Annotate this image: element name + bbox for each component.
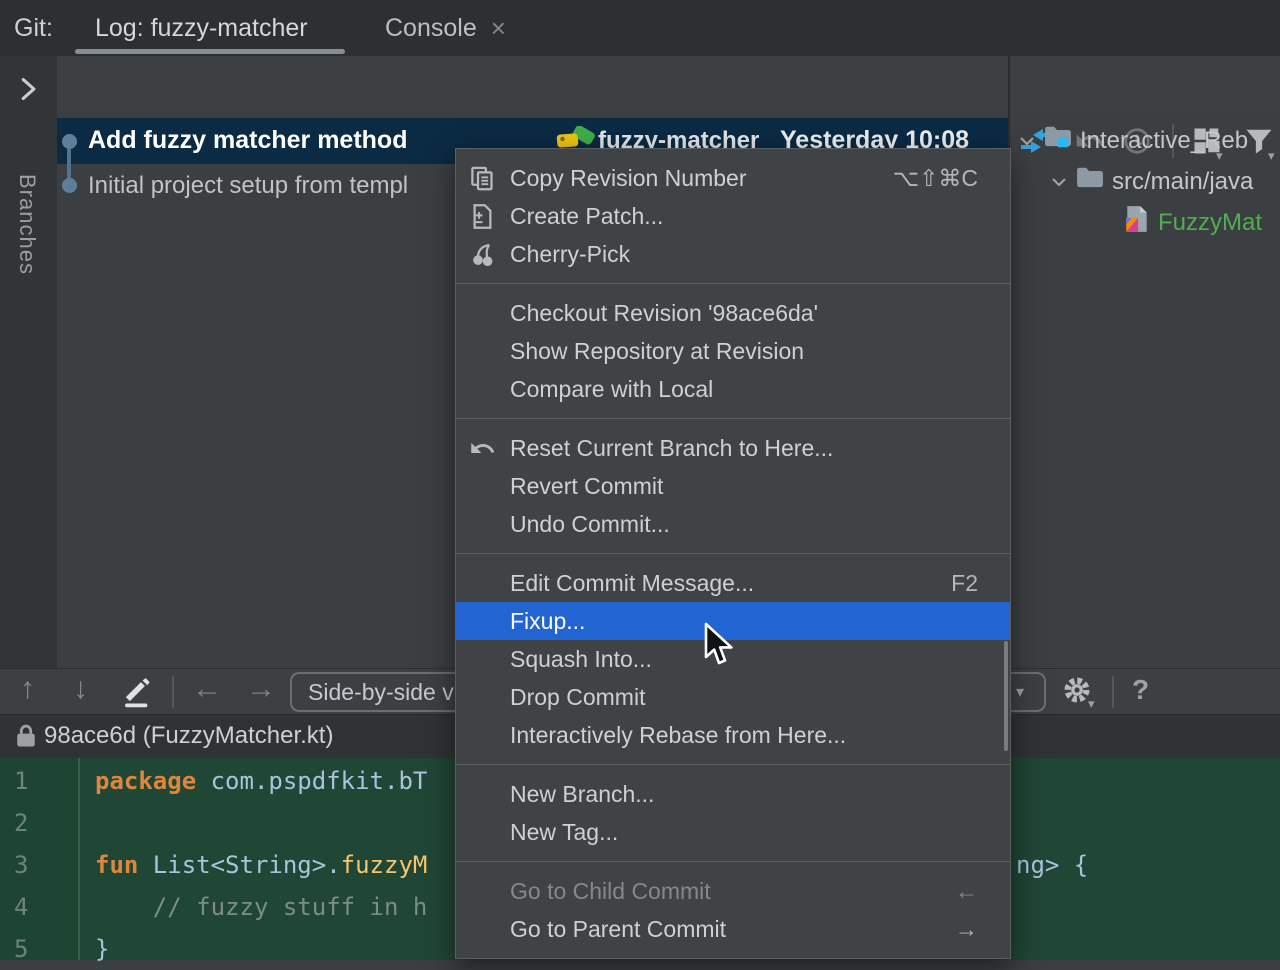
next-change-arrow-icon[interactable]: ↓ — [73, 672, 88, 706]
copy-icon — [469, 165, 496, 192]
lock-icon — [13, 722, 39, 755]
chevron-down-icon[interactable] — [1018, 127, 1036, 155]
tab-label: Console — [385, 14, 477, 43]
active-tab-indicator — [75, 49, 345, 54]
menu-scrollbar-thumb[interactable] — [1004, 641, 1008, 751]
menu-section: Go to Child Commit ← Go to Parent Commit… — [456, 861, 1010, 958]
code-line: package com.pspdfkit.bT — [95, 760, 427, 802]
menu-item-go-to-child-commit: Go to Child Commit ← — [456, 872, 1010, 910]
tree-item-src-folder[interactable]: src/main/java — [1046, 161, 1280, 202]
commit-graph-node — [62, 134, 77, 149]
tab-label: Log: fuzzy-matcher — [95, 14, 308, 43]
menu-item-create-patch[interactable]: Create Patch... — [456, 197, 1010, 235]
tree-item-label: Interactive_Reb — [1080, 127, 1248, 155]
code-line: } — [95, 928, 109, 970]
line-number: 3 — [14, 844, 54, 886]
menu-item-cherry-pick[interactable]: Cherry-Pick — [456, 235, 1010, 273]
menu-item-edit-commit-message[interactable]: Edit Commit Message... F2 — [456, 564, 1010, 602]
menu-item-undo-commit[interactable]: Undo Commit... — [456, 505, 1010, 543]
commit-message[interactable]: Add fuzzy matcher method — [88, 126, 407, 155]
gear-dropdown-caret-icon: ▾ — [1088, 696, 1095, 712]
kotlin-file-icon — [1124, 205, 1150, 240]
folder-icon — [1076, 166, 1104, 197]
menu-section: New Branch... New Tag... — [456, 764, 1010, 861]
cherry-pick-icon — [469, 241, 496, 268]
patch-icon — [469, 203, 496, 230]
line-number: 2 — [14, 802, 54, 844]
menu-item-copy-revision-number[interactable]: Copy Revision Number ⌥⇧⌘C — [456, 159, 1010, 197]
tool-window-tab-bar: Git: Log: fuzzy-matcher Console × — [0, 0, 1280, 56]
menu-item-revert-commit[interactable]: Revert Commit — [456, 467, 1010, 505]
tree-item-kotlin-file[interactable]: FuzzyMat — [1124, 202, 1280, 243]
close-icon[interactable]: × — [491, 13, 506, 44]
menu-shortcut: ⌥⇧⌘C — [893, 165, 978, 192]
chevron-down-icon[interactable] — [1050, 168, 1068, 196]
forward-arrow-icon[interactable]: → — [246, 672, 276, 706]
stripe-label-branches[interactable]: Branches — [14, 174, 40, 275]
menu-item-new-tag[interactable]: New Tag... — [456, 813, 1010, 851]
viewer-dropdown-caret-icon: ▾ — [1016, 682, 1024, 702]
menu-section: Checkout Revision '98ace6da' Show Reposi… — [456, 283, 1010, 418]
menu-item-drop-commit[interactable]: Drop Commit — [456, 678, 1010, 716]
menu-item-interactively-rebase[interactable]: Interactively Rebase from Here... — [456, 716, 1010, 754]
code-line: // fuzzy stuff in h — [95, 886, 427, 928]
tree-item-project-root[interactable]: Interactive_Reb — [1014, 120, 1280, 161]
menu-shortcut: F2 — [951, 570, 978, 597]
tree-item-label: src/main/java — [1112, 168, 1253, 196]
menu-shortcut-right-arrow: → — [955, 916, 978, 943]
help-button[interactable]: ? — [1132, 674, 1149, 706]
menu-item-show-repository-at-revision[interactable]: Show Repository at Revision — [456, 332, 1010, 370]
project-folder-icon — [1044, 125, 1072, 156]
tab-console[interactable]: Console × — [385, 0, 506, 56]
menu-section: Reset Current Branch to Here... Revert C… — [456, 418, 1010, 553]
previous-change-arrow-icon[interactable]: ↑ — [20, 672, 35, 706]
commit-message[interactable]: Initial project setup from templ — [88, 172, 408, 200]
revision-file-label: 98ace6d (FuzzyMatcher.kt) — [44, 722, 333, 750]
toolbar-divider — [1112, 676, 1114, 708]
reset-undo-icon — [469, 435, 496, 462]
line-number: 4 — [14, 886, 54, 928]
annotate-pencil-icon[interactable] — [118, 671, 156, 714]
menu-shortcut-left-arrow: ← — [955, 878, 978, 905]
menu-section: Copy Revision Number ⌥⇧⌘C Create Patch..… — [456, 149, 1010, 283]
back-arrow-icon[interactable]: ← — [192, 672, 222, 706]
toolbar-divider — [172, 676, 174, 708]
menu-item-new-branch[interactable]: New Branch... — [456, 775, 1010, 813]
git-label: Git: — [14, 14, 53, 43]
code-line: fun List<String>.fuzzyM — [95, 844, 427, 886]
code-line-fragment: ng> { — [1016, 844, 1088, 886]
menu-item-checkout-revision[interactable]: Checkout Revision '98ace6da' — [456, 294, 1010, 332]
commit-graph-node — [62, 178, 77, 193]
commit-context-menu: Copy Revision Number ⌥⇧⌘C Create Patch..… — [455, 148, 1011, 959]
tab-log-fuzzy-matcher[interactable]: Log: fuzzy-matcher — [95, 0, 308, 56]
mouse-cursor-icon — [700, 622, 740, 675]
expand-chevron-icon[interactable] — [17, 76, 39, 107]
tree-item-label: FuzzyMat — [1158, 209, 1262, 237]
menu-item-compare-with-local[interactable]: Compare with Local — [456, 370, 1010, 408]
line-number: 1 — [14, 760, 54, 802]
log-toolbar: ▾ Branch: fuzzy-matcher ▲▼ User: All ▲▼ … — [0, 56, 1280, 112]
menu-item-go-to-parent-commit[interactable]: Go to Parent Commit → — [456, 910, 1010, 948]
left-tool-stripe: Branches — [0, 56, 57, 714]
diff-viewer-label: Side-by-side v — [308, 679, 454, 706]
menu-item-reset-current-branch[interactable]: Reset Current Branch to Here... — [456, 429, 1010, 467]
line-number: 5 — [14, 928, 54, 970]
